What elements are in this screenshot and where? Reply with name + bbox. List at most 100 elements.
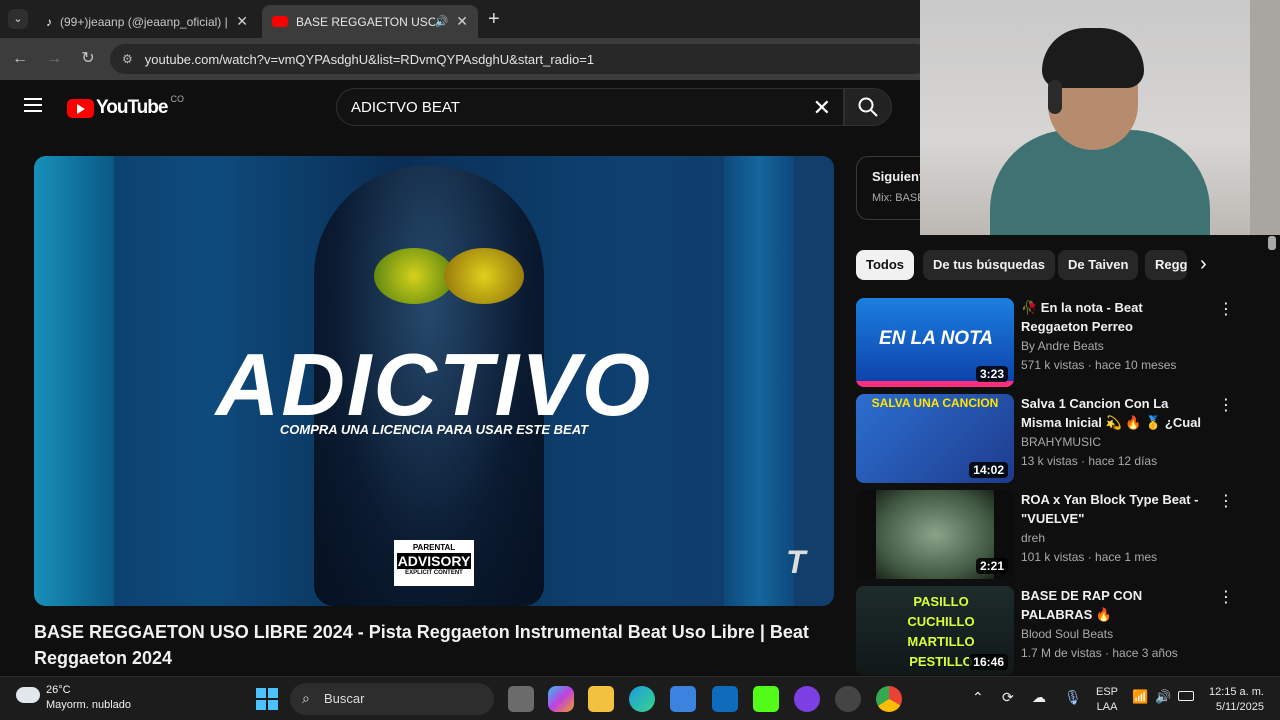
video-thumbnail[interactable]: SALVA UNA CANCION 14:02 [856,394,1014,483]
tiktok-icon: ♪ [46,14,52,29]
speaker-icon[interactable]: 🔊 [435,15,449,28]
app-circle-icon[interactable] [794,686,820,712]
sunglasses [444,248,524,304]
chip-reggaeton[interactable]: Regg [1145,250,1187,280]
file-explorer-icon[interactable] [588,686,614,712]
cloud-icon [16,687,40,703]
windows-taskbar: 26°C Mayorm. nublado ⌕ Buscar ⌃ ⟳ ☁ 🎙 ES… [0,676,1280,720]
video-thumbnail[interactable]: 2:21 [856,490,1014,579]
more-options-icon[interactable]: ⋮ [1218,396,1234,416]
chip-todos[interactable]: Todos [856,250,915,280]
site-info-icon[interactable]: ⚙ [122,52,133,66]
clock-time: 12:15 a. m. [1208,686,1264,698]
search-value: ADICTVO BEAT [351,98,460,116]
taskbar-search[interactable]: ⌕ Buscar [290,683,494,715]
youtube-play-icon [67,98,94,118]
channel-name[interactable]: By Andre Beats [1021,339,1104,353]
video-player[interactable]: ADICTIVO COMPRA UNA LICENCIA PARA USAR E… [34,156,834,606]
headphones-icon [1048,80,1062,114]
video-meta: 1.7 M de vistas · hace 3 años [1021,646,1178,660]
more-options-icon[interactable]: ⋮ [1218,300,1234,320]
chevron-right-icon[interactable]: › [1200,253,1207,276]
cloud-sync-icon[interactable]: ☁ [1032,689,1046,706]
channel-name[interactable]: Blood Soul Beats [1021,627,1113,641]
store-icon[interactable] [670,686,696,712]
scrollbar[interactable] [1268,236,1276,250]
duration-badge: 3:23 [975,366,1008,382]
start-button[interactable] [256,688,278,710]
task-view-icon[interactable] [508,686,534,712]
video-meta: 101 k vistas · hace 1 mes [1021,550,1158,564]
watermark-logo: T [786,544,806,580]
thumbnail-text: EN LA NOTA [879,328,993,349]
search-input[interactable]: ADICTVO BEAT ✕ [336,88,844,126]
list-item[interactable]: PASILLO CUCHILLO MARTILLO PESTILLO 16:46… [856,586,1256,676]
sync-icon[interactable]: ⟳ [1002,689,1014,706]
copilot-icon[interactable] [548,686,574,712]
video-title[interactable]: BASE DE RAP CON PALABRAS 🔥 ENTRENAMIENTO… [1021,586,1211,624]
channel-name[interactable]: dreh [1021,531,1045,545]
chrome-icon[interactable] [876,686,902,712]
youtube-logo[interactable]: YouTube CO [67,94,184,119]
list-item[interactable]: EN LA NOTA 3:23 🥀 En la nota - Beat Regg… [856,298,1256,388]
clock[interactable]: 12:15 a. m. 5/11/2025 [1204,685,1264,715]
forward-icon[interactable]: → [44,49,64,69]
channel-name[interactable]: BRAHYMUSIC [1021,435,1101,449]
lang-bottom: LAA [1096,701,1118,713]
back-icon[interactable]: ← [10,49,30,69]
video-title: BASE REGGAETON USO LIBRE 2024 - Pista Re… [34,622,809,668]
address-bar[interactable]: ⚙ youtube.com/watch?v=vmQYPAsdghU&list=R… [110,44,930,74]
battery-icon[interactable] [1178,691,1194,701]
weather-desc: Mayorm. nublado [46,699,131,711]
list-item[interactable]: 2:21 ROA x Yan Block Type Beat - "VUELVE… [856,490,1256,580]
video-title[interactable]: 🥀 En la nota - Beat Reggaeton Perreo [1021,298,1211,336]
chip-taiven[interactable]: De Taiven [1058,250,1139,280]
video-title[interactable]: ROA x Yan Block Type Beat - "VUELVE" [1021,490,1211,528]
clear-search-icon[interactable]: ✕ [813,95,831,121]
tab-youtube[interactable]: BASE REGGAETON USO LIBR 🔊 ✕ [262,5,478,38]
more-options-icon[interactable]: ⋮ [1218,588,1234,608]
volume-icon[interactable]: 🔊 [1155,689,1171,705]
taskbar-search-placeholder: Buscar [324,691,365,706]
search-icon [858,97,878,117]
more-options-icon[interactable]: ⋮ [1218,492,1234,512]
lang-top: ESP [1096,686,1119,698]
tab-title: (99+)jeaanp (@jeaanp_oficial) | [60,14,228,29]
youtube-logo-text: YouTube [96,97,168,118]
weather-widget[interactable]: 26°C Mayorm. nublado [16,683,156,715]
tab-search-dropdown[interactable]: ⌄ [8,9,28,29]
app-ring-icon[interactable] [835,686,861,712]
tab-tiktok[interactable]: ♪ (99+)jeaanp (@jeaanp_oficial) | ✕ [36,5,258,38]
close-icon[interactable]: ✕ [236,13,248,30]
person-hair [1042,28,1144,88]
outlook-icon[interactable] [712,686,738,712]
list-item[interactable]: SALVA UNA CANCION 14:02 Salva 1 Cancion … [856,394,1256,484]
microphone-icon[interactable]: 🎙 [1064,689,1082,706]
windows-icon [256,688,278,710]
weather-temp: 26°C [46,684,71,696]
new-tab-button[interactable]: + [488,8,500,31]
advisory-mid: ADVISORY [397,553,471,569]
video-thumbnail[interactable]: PASILLO CUCHILLO MARTILLO PESTILLO 16:46 [856,586,1014,675]
close-icon[interactable]: ✕ [456,13,468,30]
video-title[interactable]: Salva 1 Cancion Con La Misma Inicial 💫 🔥… [1021,394,1211,432]
kick-icon[interactable] [753,686,779,712]
wifi-icon[interactable]: 📶 [1132,689,1148,705]
video-thumbnail[interactable]: EN LA NOTA 3:23 [856,298,1014,387]
duration-badge: 14:02 [969,462,1008,478]
video-overlay-title: ADICTIVO [215,335,653,434]
language-indicator[interactable]: ESP LAA [1096,685,1118,715]
video-meta: 571 k vistas · hace 10 meses [1021,358,1177,372]
clock-date: 5/11/2025 [1215,701,1264,713]
url-text: youtube.com/watch?v=vmQYPAsdghU&list=RDv… [144,51,595,67]
door-frame [1250,0,1280,235]
search-button[interactable] [844,88,892,126]
webcam-overlay [920,0,1280,235]
search-icon: ⌕ [302,690,310,706]
menu-icon[interactable] [24,98,42,112]
reload-icon[interactable]: ↻ [78,49,98,69]
edge-icon[interactable] [629,686,655,712]
tab-title: BASE REGGAETON USO LIBR [296,14,435,29]
chip-busquedas[interactable]: De tus búsquedas [923,250,1055,280]
chevron-up-icon[interactable]: ⌃ [972,689,984,706]
